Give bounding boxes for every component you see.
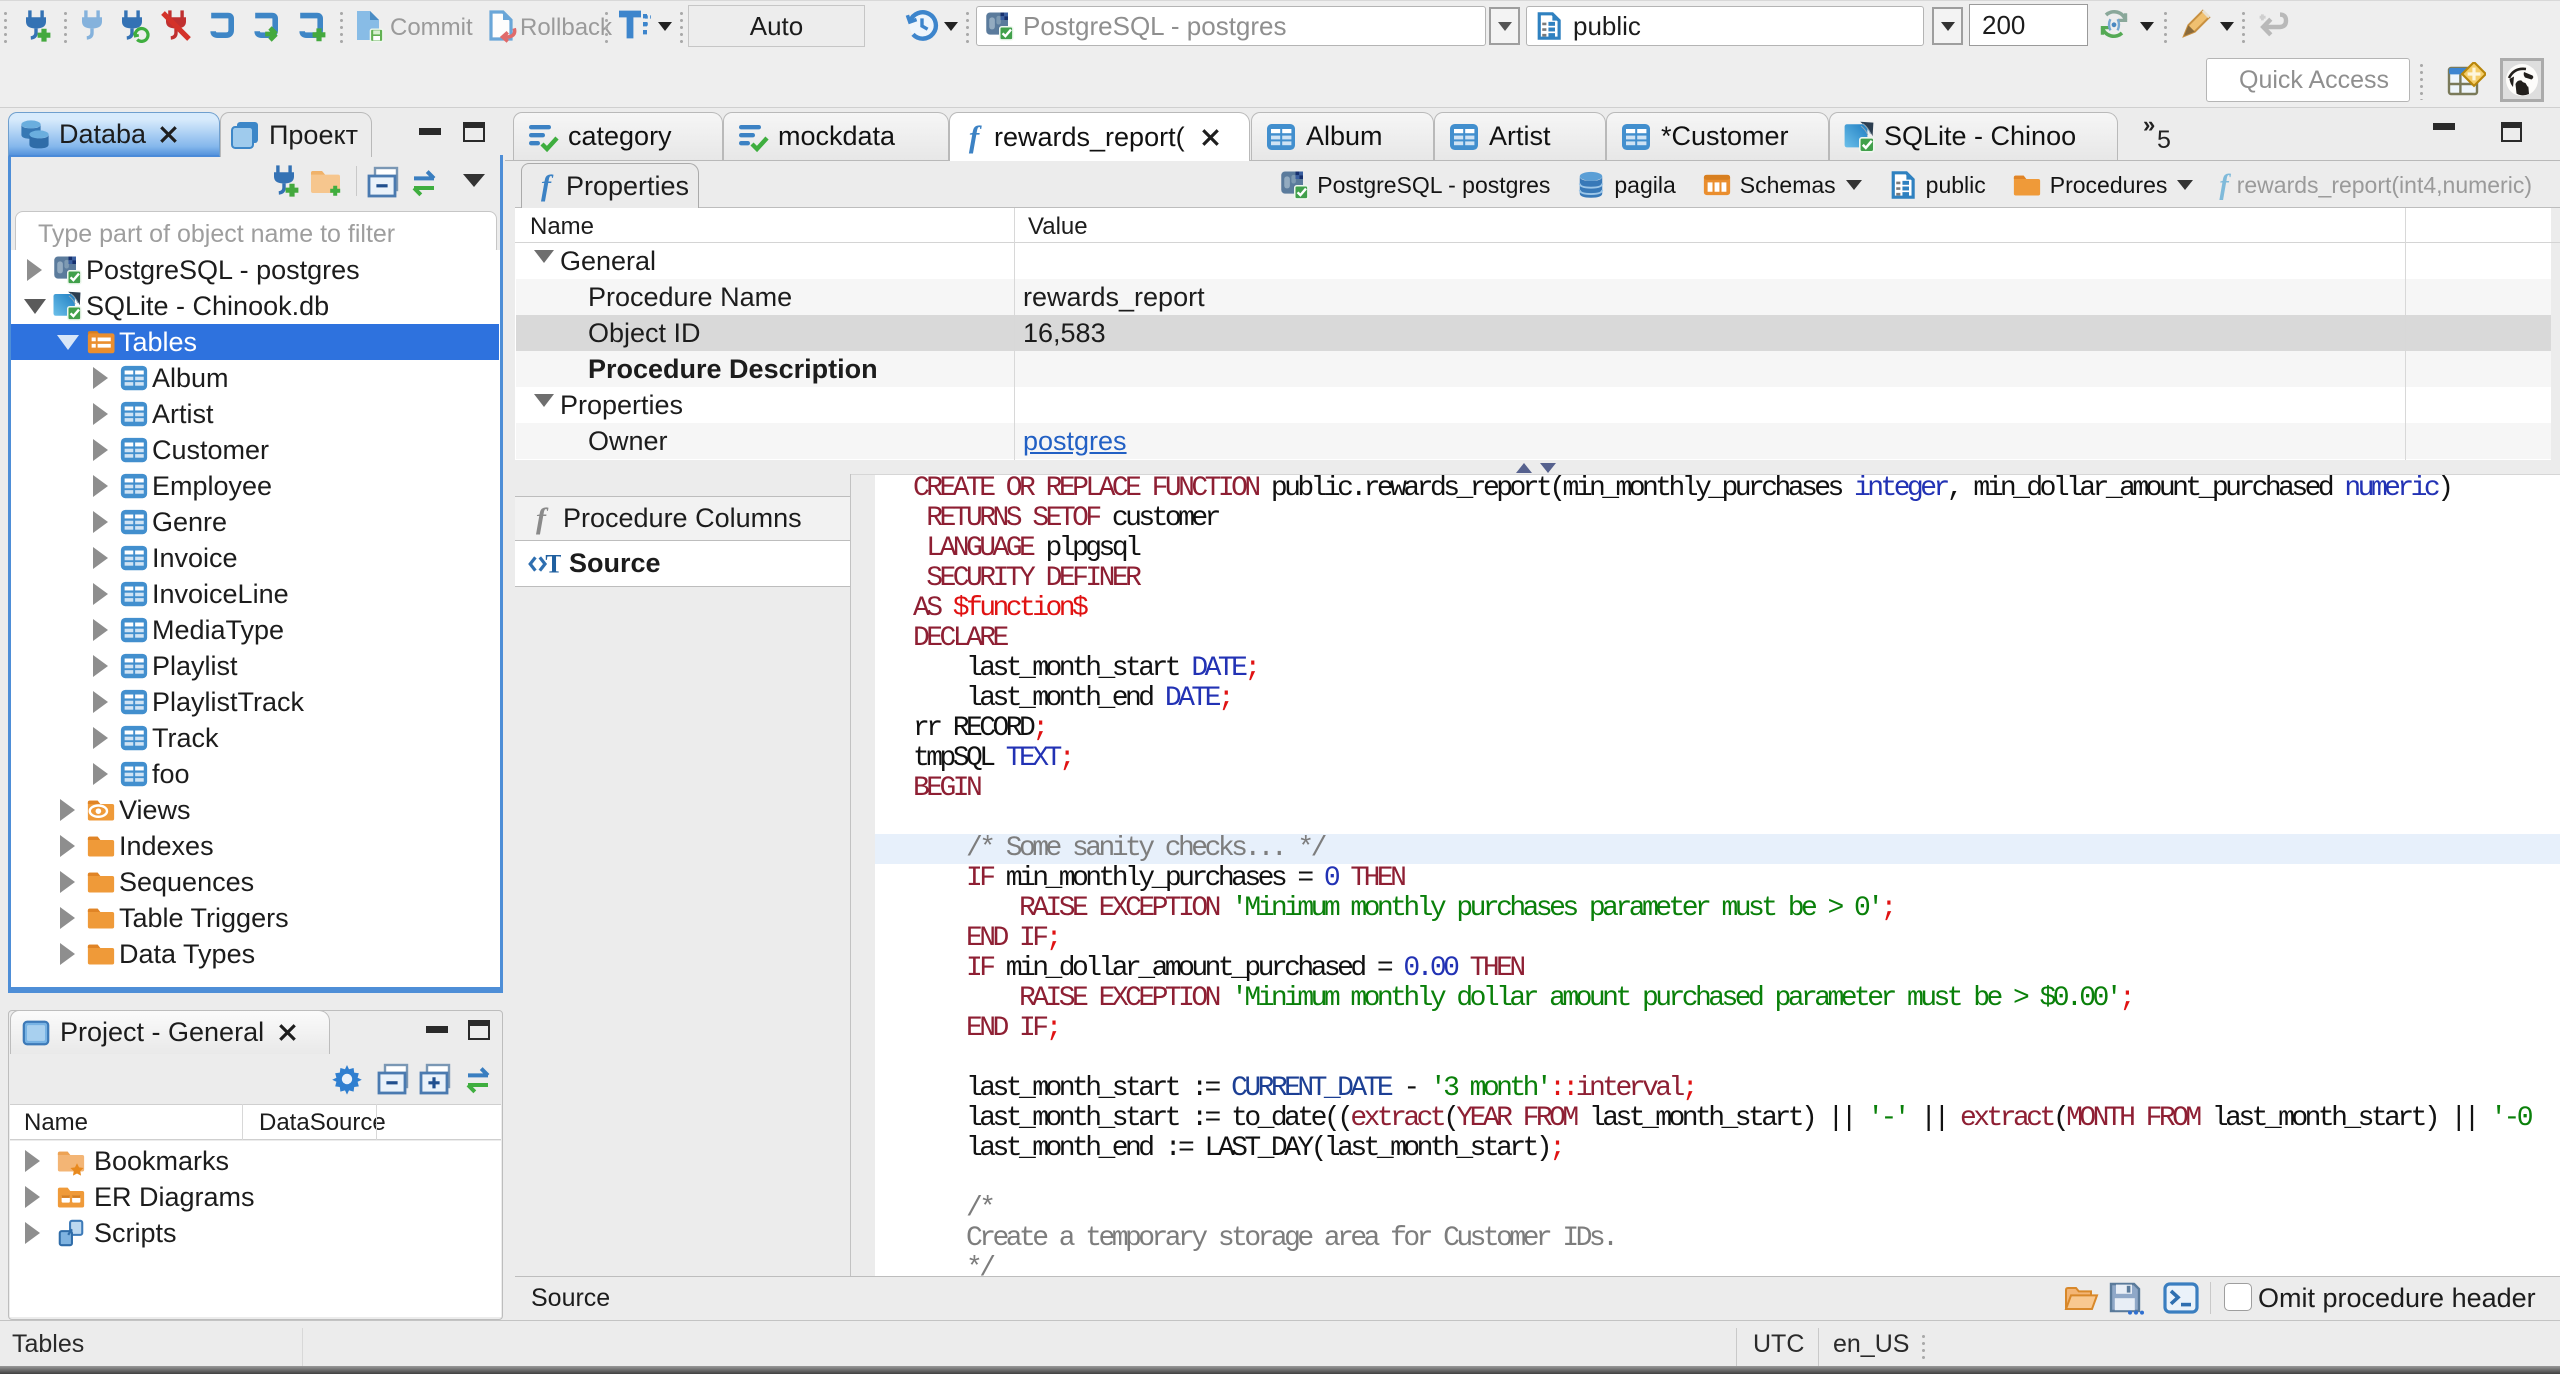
svg-text:T: T: [545, 549, 561, 578]
